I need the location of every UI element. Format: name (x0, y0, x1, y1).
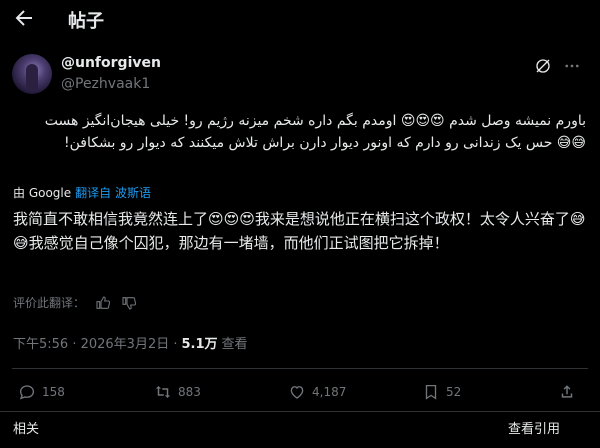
repost-count: 883 (178, 385, 201, 399)
reply-count: 158 (42, 385, 65, 399)
avatar[interactable] (12, 54, 52, 94)
rate-translation-row: 评价此翻译： (13, 294, 137, 311)
like-button[interactable]: 4,187 (288, 383, 346, 401)
translated-from-link[interactable]: 翻译自 波斯语 (75, 184, 151, 201)
heart-icon (290, 386, 304, 399)
page-title: 帖子 (68, 11, 104, 32)
post-timestamp[interactable]: 下午5:56 · 2026年3月2日 · (13, 333, 177, 352)
top-bar: 帖子 (0, 0, 600, 36)
like-count: 4,187 (312, 385, 347, 399)
views-label: 查看 (221, 337, 248, 352)
grok-icon[interactable] (534, 57, 552, 75)
post-translated-text: 我简直不敢相信我竟然连上了😍😍😍我来是想说他正在横扫这个政权！太令人兴奋了😅😅我… (13, 210, 586, 252)
share-button[interactable] (558, 383, 576, 401)
translated-by-label: 由 Google (13, 186, 72, 200)
divider (12, 368, 588, 369)
repost-button[interactable]: 883 (154, 383, 201, 401)
bookmark-icon (425, 384, 437, 400)
author-display-name[interactable]: @unforgiven (61, 55, 161, 71)
translation-header: 由 Google 翻译自 波斯语 (13, 184, 151, 201)
thumbs-up-icon[interactable] (95, 295, 111, 311)
more-options-icon[interactable] (563, 57, 581, 75)
views-count: 5.1万 (181, 337, 218, 352)
action-bar: 158 883 4,187 52 (0, 383, 600, 405)
repost-icon (155, 386, 171, 398)
divider (0, 411, 600, 412)
reply-button[interactable]: 158 (18, 383, 65, 401)
rate-translation-label: 评价此翻译： (13, 296, 86, 310)
view-quotes-link[interactable]: 查看引用 (508, 418, 560, 437)
related-heading: 相关 (13, 422, 40, 437)
post-original-text: باورم نمیشه وصل شدم 😍😍😍 اومدم بگم داره ش… (44, 113, 586, 151)
author-handle[interactable]: @Pezhvaak1 (61, 76, 150, 92)
bookmark-button[interactable]: 52 (422, 383, 461, 401)
thumbs-down-icon[interactable] (121, 295, 137, 311)
arrow-left-icon[interactable] (12, 6, 36, 30)
post-meta: 下午5:56 · 2026年3月2日 · 5.1万 查看 (13, 333, 248, 352)
reply-icon (19, 385, 35, 400)
bookmark-count: 52 (446, 385, 462, 399)
share-icon (561, 385, 573, 398)
